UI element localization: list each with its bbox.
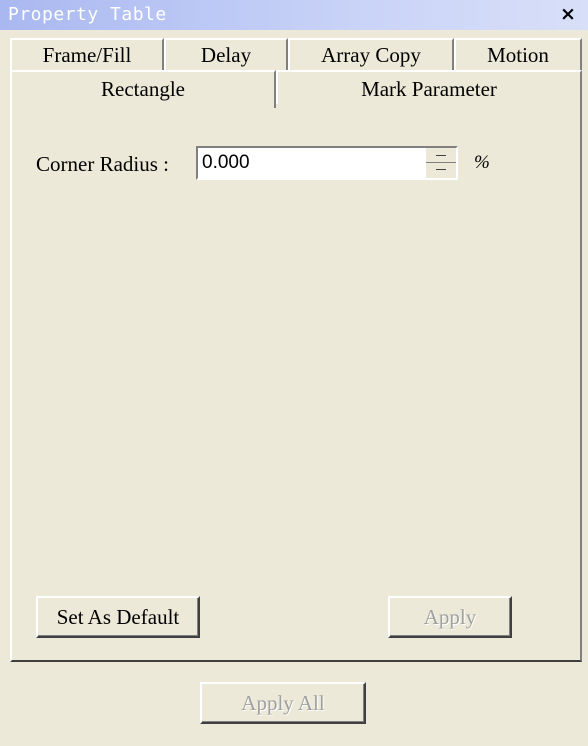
spinner-buttons <box>426 148 456 178</box>
tab-delay[interactable]: Delay <box>164 38 288 70</box>
tab-motion[interactable]: Motion <box>454 38 582 70</box>
title-bar: Property Table × <box>0 0 588 30</box>
tab-array-copy[interactable]: Array Copy <box>288 38 454 70</box>
tab-row-front: Rectangle Mark Parameter <box>0 70 588 108</box>
corner-radius-input[interactable] <box>200 151 422 175</box>
close-button[interactable]: × <box>558 3 578 25</box>
set-as-default-button[interactable]: Set As Default <box>36 596 200 638</box>
corner-radius-label: Corner Radius : <box>36 152 169 176</box>
tab-mark-parameter[interactable]: Mark Parameter <box>276 70 582 106</box>
tab-frame-fill[interactable]: Frame/Fill <box>10 38 164 70</box>
spin-down-icon[interactable] <box>426 163 456 178</box>
apply-all-button[interactable]: Apply All <box>200 682 366 724</box>
apply-button[interactable]: Apply <box>388 596 512 638</box>
window-title: Property Table <box>8 4 167 25</box>
tab-row-back: Frame/Fill Delay Array Copy Motion <box>0 38 588 70</box>
rectangle-panel: Corner Radius : % Set As Default Apply <box>10 104 582 662</box>
unit-label: % <box>474 152 490 173</box>
tab-rectangle[interactable]: Rectangle <box>10 70 276 108</box>
corner-radius-spinner[interactable] <box>196 146 458 180</box>
spin-up-icon[interactable] <box>426 148 456 163</box>
